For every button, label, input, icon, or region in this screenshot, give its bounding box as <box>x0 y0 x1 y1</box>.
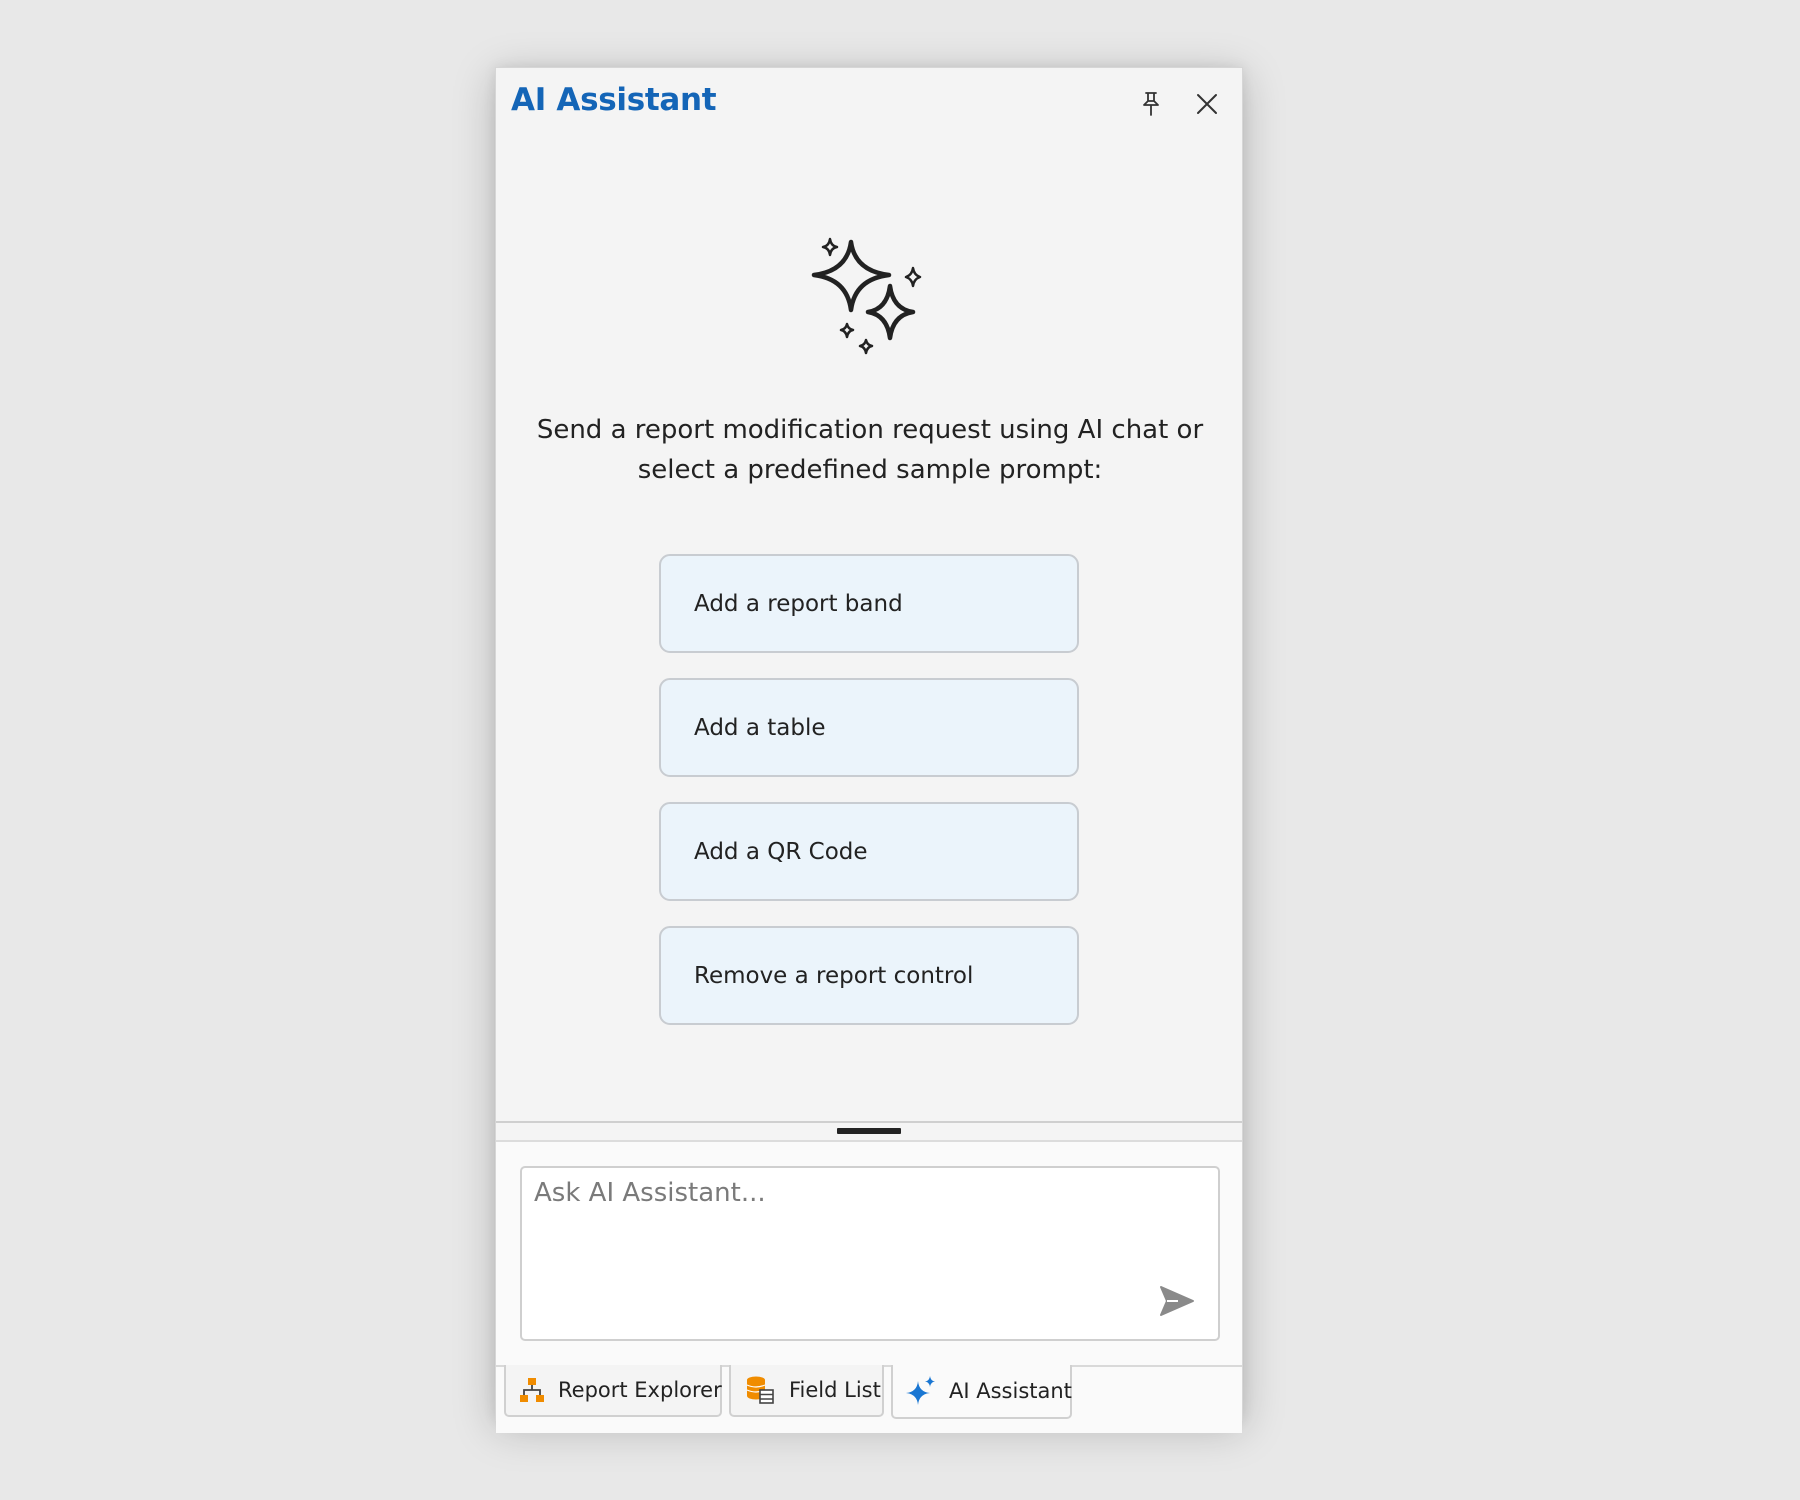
ai-sparkle-icon <box>905 1374 937 1408</box>
panel-title: AI Assistant <box>511 82 717 118</box>
ai-assistant-panel: AI Assistant Send a report modification … <box>495 67 1243 1433</box>
tab-field-list[interactable]: Field List <box>729 1365 884 1417</box>
welcome-message: Send a report modification request using… <box>516 410 1224 490</box>
pin-button[interactable] <box>1133 86 1169 122</box>
sparkles-icon <box>811 237 922 355</box>
tab-field-list-label: Field List <box>789 1378 881 1402</box>
welcome-message-line-1: Send a report modification request using… <box>536 415 1204 445</box>
pin-icon <box>1143 92 1159 116</box>
close-button[interactable] <box>1189 86 1225 122</box>
chat-input[interactable] <box>534 1178 1134 1298</box>
prompt-add-report-band[interactable]: Add a report band <box>659 554 1079 653</box>
close-icon <box>1197 94 1217 114</box>
report-explorer-icon <box>518 1373 546 1407</box>
send-button[interactable] <box>1156 1280 1198 1322</box>
prompt-add-qr-code[interactable]: Add a QR Code <box>659 802 1079 901</box>
prompt-remove-report-control[interactable]: Remove a report control <box>659 926 1079 1025</box>
prompt-add-table[interactable]: Add a table <box>659 678 1079 777</box>
tab-ai-assistant[interactable]: AI Assistant <box>891 1365 1072 1419</box>
splitter-grip[interactable] <box>837 1128 901 1134</box>
sample-prompts: Add a report band Add a table Add a QR C… <box>659 554 1079 1050</box>
splitter-top-line <box>496 1121 1242 1123</box>
send-icon <box>1160 1286 1194 1316</box>
tab-report-explorer[interactable]: Report Explorer <box>504 1365 722 1417</box>
chat-input-box <box>520 1166 1220 1341</box>
field-list-icon <box>743 1373 777 1407</box>
tab-report-explorer-label: Report Explorer <box>558 1378 722 1402</box>
bottom-tabstrip: Report Explorer Field List AI Assistant <box>496 1365 1242 1422</box>
welcome-message-line-2: select a predefined sample prompt: <box>637 455 1103 485</box>
tab-ai-assistant-label: AI Assistant <box>949 1379 1072 1403</box>
